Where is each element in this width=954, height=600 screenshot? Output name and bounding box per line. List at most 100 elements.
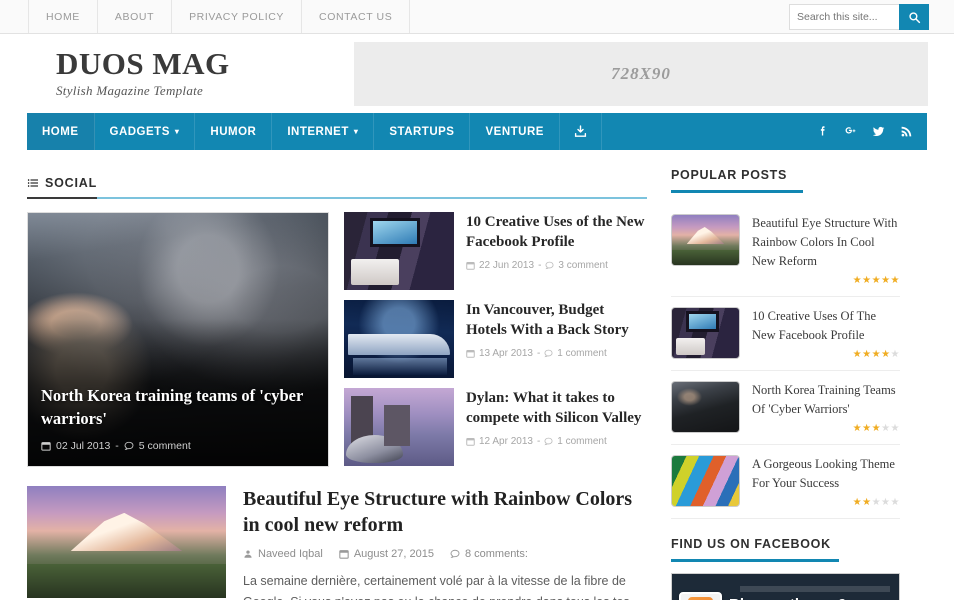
- sidebar: POPULAR POSTS Beautiful Eye Structure Wi…: [671, 167, 900, 600]
- thumbnail-detail: [346, 435, 403, 463]
- facebook-icon[interactable]: [815, 124, 830, 139]
- post-thumbnail: [344, 300, 454, 378]
- topnav-item-privacy-policy[interactable]: PRIVACY POLICY: [172, 0, 302, 33]
- meta-separator: -: [537, 436, 540, 447]
- topnav-item-contact-us[interactable]: CONTACT US: [302, 0, 410, 33]
- calendar-icon: [466, 437, 475, 446]
- topnav-item-home[interactable]: HOME: [28, 0, 98, 33]
- topnav-label: CONTACT US: [319, 11, 392, 23]
- article-meta: Naveed Iqbal August 27, 2015 8 comments:: [243, 548, 647, 560]
- list-item[interactable]: North Korea Training Teams Of 'Cyber War…: [671, 371, 900, 445]
- popular-body: A Gorgeous Looking Theme For Your Succes…: [752, 455, 900, 508]
- ad-banner-label: 728X90: [611, 64, 671, 84]
- list-item[interactable]: Dylan: What it takes to compete with Sil…: [344, 388, 647, 466]
- featured-post[interactable]: North Korea training teams of 'cyber war…: [27, 212, 329, 467]
- facebook-widget[interactable]: e Theme9 Blogger theme 9 3,516 likes: [671, 573, 900, 600]
- nav-item-venture[interactable]: VENTURE: [470, 113, 559, 150]
- comment-icon: [124, 441, 134, 451]
- search-button[interactable]: [899, 4, 929, 30]
- download-icon: [574, 125, 587, 138]
- calendar-icon: [466, 261, 475, 270]
- site-logo[interactable]: DUOS MAG Stylish Magazine Template: [26, 48, 326, 100]
- popular-title: A Gorgeous Looking Theme For Your Succes…: [752, 455, 900, 493]
- featured-meta: 02 Jul 2013 - 5 comment: [41, 440, 315, 452]
- popular-body: Beautiful Eye Structure With Rainbow Col…: [752, 214, 900, 286]
- top-bar: HOME ABOUT PRIVACY POLICY CONTACT US: [0, 0, 954, 34]
- facebook-page-name: Blogger theme 9: [729, 596, 847, 600]
- post-date: 22 Jun 2013: [479, 260, 534, 271]
- search-form: [789, 4, 929, 30]
- nav-item-humor[interactable]: HUMOR: [195, 113, 272, 150]
- article-preview[interactable]: Beautiful Eye Structure with Rainbow Col…: [27, 486, 647, 600]
- user-icon: [243, 549, 253, 559]
- main-navigation: HOME GADGETS ▾ HUMOR INTERNET ▾ STARTUPS…: [27, 113, 927, 150]
- google-plus-icon[interactable]: [843, 124, 858, 139]
- post-comments: 1 comment: [557, 436, 606, 447]
- main-column: SOCIAL North Korea training teams of 'cy…: [27, 167, 647, 600]
- post-date: 13 Apr 2013: [479, 348, 533, 359]
- article-body: Beautiful Eye Structure with Rainbow Col…: [243, 486, 647, 600]
- popular-thumbnail: [671, 455, 740, 507]
- nav-item-download[interactable]: [560, 113, 602, 150]
- topnav-label: HOME: [46, 11, 80, 23]
- rss-icon[interactable]: [899, 124, 914, 139]
- popular-thumbnail: [671, 307, 740, 359]
- facebook-page-avatar: e Theme9: [679, 592, 722, 600]
- nav-item-internet[interactable]: INTERNET ▾: [272, 113, 374, 150]
- nav-item-startups[interactable]: STARTUPS: [374, 113, 470, 150]
- nav-label: INTERNET: [287, 126, 349, 138]
- nav-item-gadgets[interactable]: GADGETS ▾: [95, 113, 196, 150]
- post-thumbnail: [344, 388, 454, 466]
- search-input[interactable]: [789, 4, 899, 30]
- featured-row: North Korea training teams of 'cyber war…: [27, 212, 647, 467]
- logo-title: DUOS MAG: [56, 48, 326, 81]
- article-author: Naveed Iqbal: [258, 548, 323, 560]
- twitter-icon[interactable]: [871, 124, 886, 139]
- sidebar-title: POPULAR POSTS: [671, 168, 787, 182]
- post-meta: 12 Apr 2013 - 1 comment: [466, 436, 647, 447]
- featured-title: North Korea training teams of 'cyber war…: [41, 385, 315, 431]
- nav-item-home[interactable]: HOME: [27, 113, 95, 150]
- article-excerpt: La semaine dernière, certainement volé p…: [243, 571, 647, 600]
- nav-label: GADGETS: [110, 126, 170, 138]
- meta-separator: -: [537, 348, 540, 359]
- nav-label: HUMOR: [210, 126, 256, 138]
- post-comments: 1 comment: [557, 348, 606, 359]
- article-date: August 27, 2015: [354, 548, 434, 560]
- meta-separator: -: [538, 260, 541, 271]
- ad-banner[interactable]: 728X90: [354, 42, 928, 106]
- nav-social-links: [815, 113, 914, 150]
- popular-title: 10 Creative Uses Of The New Facebook Pro…: [752, 307, 900, 345]
- sidebar-title: FIND US ON FACEBOOK: [671, 537, 831, 551]
- nav-label: HOME: [42, 126, 79, 138]
- list-item[interactable]: 10 Creative Uses of the New Facebook Pro…: [344, 212, 647, 290]
- popular-title: Beautiful Eye Structure With Rainbow Col…: [752, 214, 900, 271]
- rating-stars: ★★★★★: [752, 275, 900, 286]
- popular-title: North Korea Training Teams Of 'Cyber War…: [752, 381, 900, 419]
- popular-thumbnail: [671, 381, 740, 433]
- post-comments: 3 comment: [558, 260, 607, 271]
- topnav-item-about[interactable]: ABOUT: [98, 0, 172, 33]
- page-root: HOME ABOUT PRIVACY POLICY CONTACT US DUO…: [0, 0, 954, 600]
- post-meta: 13 Apr 2013 - 1 comment: [466, 348, 647, 359]
- topnav-label: ABOUT: [115, 11, 154, 23]
- comment-icon: [544, 349, 553, 358]
- logo-subtitle: Stylish Magazine Template: [56, 83, 326, 99]
- calendar-icon: [41, 441, 51, 451]
- list-item[interactable]: In Vancouver, Budget Hotels With a Back …: [344, 300, 647, 378]
- featured-date: 02 Jul 2013: [56, 440, 110, 452]
- featured-comments: 5 comment: [139, 440, 191, 452]
- small-post-list: 10 Creative Uses of the New Facebook Pro…: [344, 212, 647, 467]
- sidebar-header-facebook: FIND US ON FACEBOOK: [671, 536, 839, 562]
- facebook-cover-navbar: [740, 586, 890, 592]
- list-item[interactable]: 10 Creative Uses Of The New Facebook Pro…: [671, 297, 900, 371]
- list-item[interactable]: A Gorgeous Looking Theme For Your Succes…: [671, 445, 900, 519]
- post-body: In Vancouver, Budget Hotels With a Back …: [466, 300, 647, 378]
- comment-icon: [450, 549, 460, 559]
- list-icon: [27, 177, 39, 189]
- article-comments: 8 comments:: [465, 548, 528, 560]
- post-title: 10 Creative Uses of the New Facebook Pro…: [466, 213, 647, 253]
- meta-separator: -: [115, 440, 119, 452]
- list-item[interactable]: Beautiful Eye Structure With Rainbow Col…: [671, 204, 900, 297]
- calendar-icon: [466, 349, 475, 358]
